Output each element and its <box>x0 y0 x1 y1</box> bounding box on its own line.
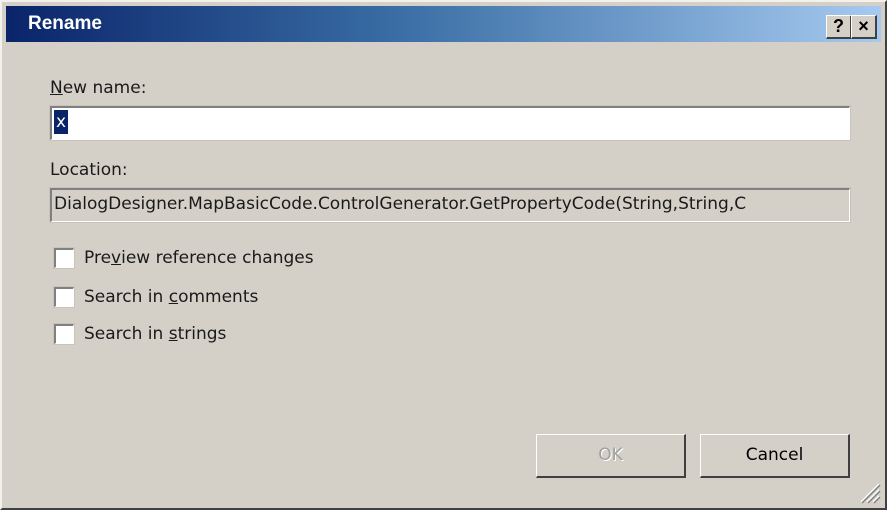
option-label-rest: iew reference changes <box>121 248 314 268</box>
help-button[interactable]: ? <box>826 15 852 39</box>
resize-grip-icon[interactable] <box>855 478 881 504</box>
close-button[interactable]: × <box>851 15 877 39</box>
option-label-accel: s <box>168 324 178 344</box>
checkbox-box[interactable] <box>53 323 75 345</box>
checkbox-box[interactable] <box>53 247 75 269</box>
new-name-label-accel: N <box>50 78 63 98</box>
option-label-prefix: Pre <box>84 248 112 268</box>
location-field[interactable]: DialogDesigner.MapBasicCode.ControlGener… <box>49 187 851 223</box>
new-name-label-rest: ew name: <box>62 78 147 98</box>
option-label-prefix: Search in <box>84 287 169 307</box>
option-label-accel: v <box>111 248 122 268</box>
option-label-prefix: Search in <box>84 324 169 344</box>
ok-button[interactable]: OK <box>536 434 686 478</box>
option-label-rest: omments <box>178 287 259 307</box>
preview-reference-changes-label: Preview reference changes <box>84 248 314 268</box>
search-in-comments-label: Search in comments <box>84 287 258 307</box>
new-name-value: x <box>54 110 69 134</box>
title-bar[interactable]: Rename ? × <box>6 6 881 42</box>
checkbox-box[interactable] <box>53 286 75 308</box>
location-label: Location: <box>50 160 128 180</box>
search-in-strings-label: Search in strings <box>84 324 226 344</box>
option-label-rest: trings <box>177 324 227 344</box>
rename-dialog: Rename ? × New name: x Location: DialogD… <box>0 0 887 510</box>
option-label-accel: c <box>168 287 179 307</box>
new-name-input[interactable]: x <box>49 105 851 141</box>
cancel-button[interactable]: Cancel <box>700 434 850 478</box>
dialog-title: Rename <box>28 13 102 34</box>
new-name-label: New name: <box>50 78 146 98</box>
